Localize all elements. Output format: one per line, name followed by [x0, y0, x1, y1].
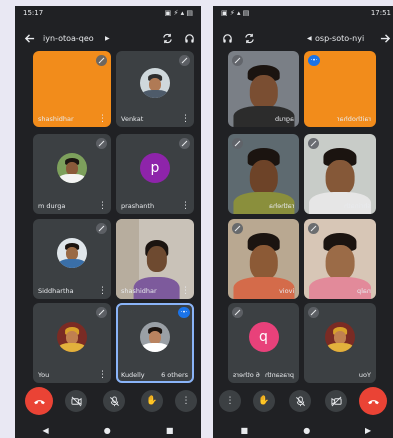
participant-name: prasanth [265, 371, 294, 379]
participant-name: ratheha [268, 202, 294, 210]
raise-hand-icon[interactable]: ✋ [253, 390, 275, 412]
participant-name: shrinath [344, 202, 371, 210]
participant-tile-active[interactable]: ·•· Kudelly 6 others [116, 303, 194, 383]
participant-tile[interactable]: ratheha [228, 134, 299, 214]
mic-off-icon[interactable] [103, 390, 125, 412]
nav-home-icon[interactable]: ● [303, 426, 310, 435]
end-call-icon[interactable] [25, 387, 53, 415]
participant-tile[interactable]: q 6 others prasanth [228, 303, 299, 383]
status-icons: ▣ ⚡ ▴ ▤ [221, 9, 250, 17]
participant-name: shashidhar [38, 115, 74, 123]
more-vert-icon[interactable]: ⋮ [98, 115, 107, 124]
participant-name: prashanth [121, 202, 155, 210]
participant-name: Venkat [121, 115, 144, 123]
participant-tile[interactable]: p prashanth ⋮ [116, 134, 194, 214]
participant-name: nalp [356, 287, 371, 295]
status-time: 15:17 [23, 9, 44, 17]
system-nav-bar: ◀ ● ■ [15, 422, 201, 438]
mic-off-icon[interactable] [289, 390, 311, 412]
meeting-code[interactable]: osp-soto-nyi [315, 34, 364, 43]
speaking-indicator-icon: ·•· [308, 55, 320, 66]
participant-tile[interactable]: You ⋮ [33, 303, 111, 383]
raise-hand-icon[interactable]: ✋ [141, 390, 163, 412]
mic-off-icon [96, 55, 107, 66]
mic-off-icon [96, 138, 107, 149]
participant-name: agrub [274, 115, 294, 123]
more-vert-icon[interactable]: ⋮ [98, 371, 107, 380]
meeting-header: iyn-otoa-qeo ▶ [15, 24, 201, 54]
more-vert-icon[interactable]: ⋮ [98, 287, 107, 296]
participant-name: You [38, 371, 50, 379]
participant-tile[interactable]: m durga ⋮ [33, 134, 111, 214]
mic-off-icon [179, 138, 190, 149]
participant-photo [57, 237, 87, 268]
more-vert-icon[interactable]: ⋮ [219, 390, 241, 412]
status-icons: ▣ ⚡ ▴ ▤ [164, 9, 193, 17]
mic-off-icon [96, 223, 107, 234]
more-vert-icon[interactable]: ⋮ [181, 287, 190, 296]
participant-tile[interactable]: Venkat ⋮ [116, 51, 194, 127]
participant-name: uoY [358, 371, 371, 379]
call-controls: ✋ ⋮ [15, 382, 201, 422]
participant-name: Kudelly [121, 371, 145, 379]
others-count: 6 others [233, 371, 260, 379]
headphones-icon[interactable] [181, 30, 197, 46]
status-bar: 15:17 ▣ ⚡ ▴ ▤ [15, 6, 201, 20]
left-phone-screen: 15:17 ▣ ⚡ ▴ ▤ iyn-otoa-qeo ▶ shashidhar … [15, 6, 201, 438]
arrow-right-icon[interactable] [377, 30, 393, 46]
chevron-right-icon[interactable]: ▶ [105, 35, 110, 42]
participant-tile[interactable]: shashidhar ⋮ [33, 51, 111, 127]
participant-photo [140, 321, 170, 352]
meeting-header: ◀ osp-soto-nyi [213, 24, 393, 54]
nav-home-icon[interactable]: ● [104, 426, 111, 435]
headphones-icon[interactable] [219, 30, 235, 46]
arrow-left-icon[interactable] [21, 30, 37, 46]
participant-photo [140, 67, 170, 98]
status-time: 17:51 [370, 9, 391, 17]
participant-tile[interactable]: shashidhar ⋮ [116, 219, 194, 299]
switch-camera-icon[interactable] [159, 30, 175, 46]
participant-name: ivoiv [278, 287, 294, 295]
participant-photo [325, 321, 355, 352]
more-vert-icon[interactable]: ⋮ [98, 202, 107, 211]
participant-tile[interactable]: ivoiv [228, 219, 299, 299]
meeting-code[interactable]: iyn-otoa-qeo [43, 34, 94, 43]
participant-tile[interactable]: ·•· raithobhar [304, 51, 376, 127]
participant-avatar: p [140, 152, 170, 183]
camera-off-icon[interactable] [325, 390, 347, 412]
participant-tile[interactable]: uoY [304, 303, 376, 383]
system-nav-bar: ■ ● ◀ [213, 422, 393, 438]
status-bar: ▣ ⚡ ▴ ▤ 17:51 [213, 6, 393, 20]
participant-name: m durga [38, 202, 66, 210]
nav-recents-icon[interactable]: ■ [166, 426, 174, 435]
more-vert-icon[interactable]: ⋮ [181, 115, 190, 124]
nav-recents-icon[interactable]: ■ [241, 426, 249, 435]
mic-off-icon [179, 55, 190, 66]
mic-off-icon [96, 307, 107, 318]
call-controls: ⋮ ✋ [213, 382, 393, 422]
chevron-left-icon[interactable]: ◀ [307, 35, 312, 42]
participant-tile[interactable]: Siddhartha ⋮ [33, 219, 111, 299]
participant-tile[interactable]: shrinath [304, 134, 376, 214]
end-call-icon[interactable] [359, 387, 387, 415]
camera-off-icon[interactable] [65, 390, 87, 412]
mic-off-icon [232, 307, 243, 318]
participant-name: raithobhar [336, 115, 371, 123]
others-count: 6 others [161, 371, 188, 379]
right-phone-screen: ▣ ⚡ ▴ ▤ 17:51 ◀ osp-soto-nyi agrub ·•· r… [213, 6, 393, 438]
participant-name: Siddhartha [38, 287, 74, 295]
more-vert-icon[interactable]: ⋮ [181, 202, 190, 211]
nav-back-icon[interactable]: ◀ [43, 426, 49, 435]
participant-avatar: q [248, 321, 279, 352]
nav-back-icon[interactable]: ◀ [365, 426, 371, 435]
participant-name: shashidhar [121, 287, 157, 295]
participant-tile[interactable]: nalp [304, 219, 376, 299]
switch-camera-icon[interactable] [241, 30, 257, 46]
more-vert-icon[interactable]: ⋮ [175, 390, 197, 412]
speaking-indicator-icon: ·•· [178, 307, 190, 318]
participant-photo [57, 321, 87, 352]
participant-tile[interactable]: agrub [228, 51, 299, 127]
mic-off-icon [308, 307, 319, 318]
participant-photo [57, 152, 87, 183]
